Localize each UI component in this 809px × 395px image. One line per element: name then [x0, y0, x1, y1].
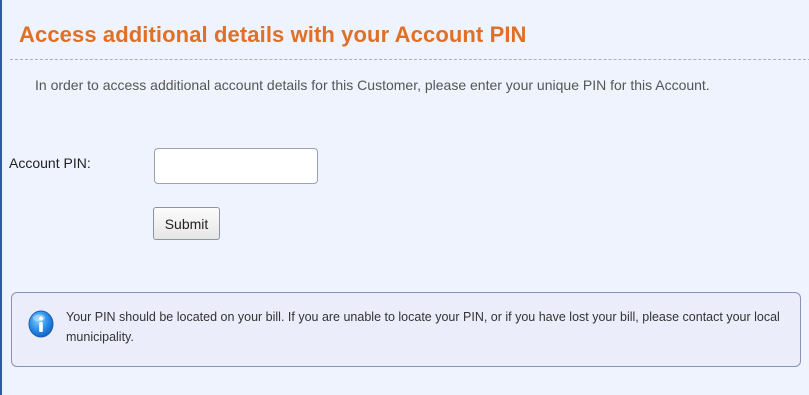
info-message-box: Your PIN should be located on your bill.… — [11, 292, 801, 367]
title-divider — [10, 59, 809, 60]
account-pin-input[interactable] — [154, 148, 318, 184]
intro-text: In order to access additional account de… — [35, 77, 710, 93]
page-title: Access additional details with your Acco… — [19, 22, 527, 47]
info-message-text: Your PIN should be located on your bill.… — [66, 310, 780, 344]
account-pin-label: Account PIN: — [9, 155, 91, 171]
info-icon — [28, 310, 54, 338]
pin-access-panel: Access additional details with your Acco… — [0, 0, 809, 395]
submit-button[interactable]: Submit — [153, 207, 220, 240]
